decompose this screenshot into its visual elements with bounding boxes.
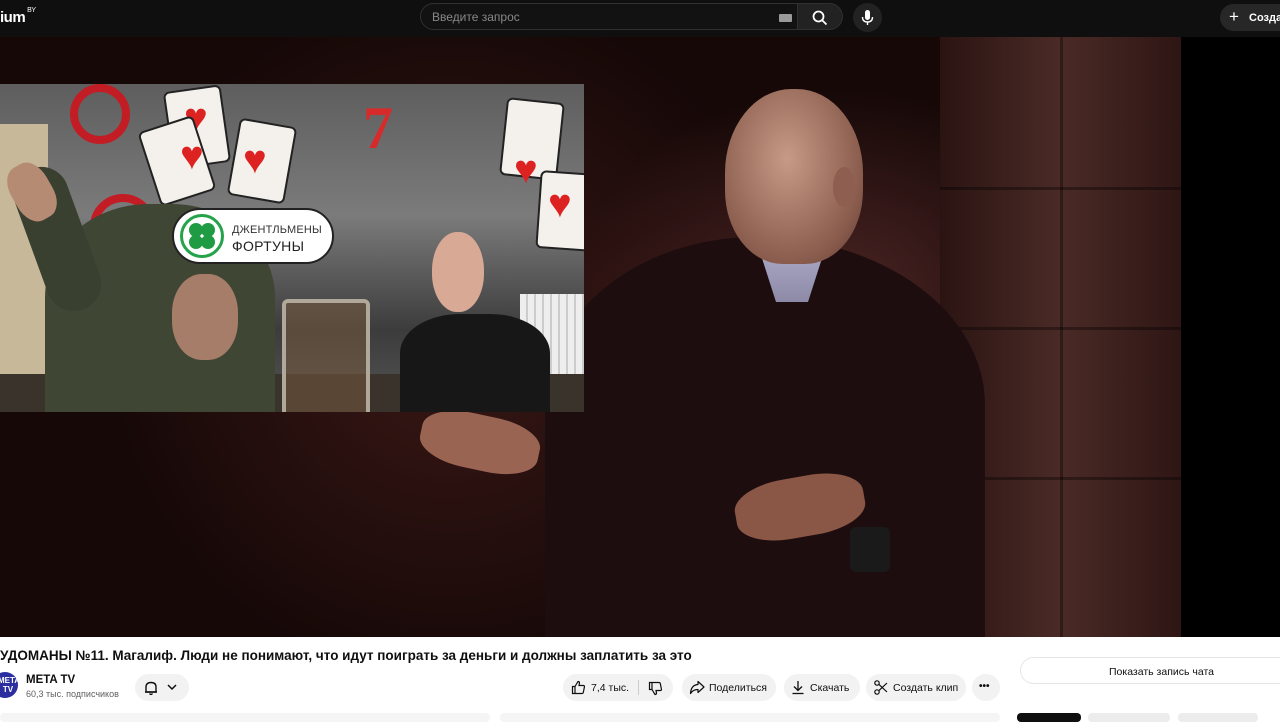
more-icon: ••• — [979, 681, 990, 692]
video-title: УДОМАНЫ №11. Магалиф. Люди не понимают, … — [0, 648, 692, 663]
chevron-down-icon — [167, 684, 177, 691]
inset-ring-1 — [70, 84, 130, 144]
microphone-icon — [861, 10, 874, 25]
thumbs-up-icon — [571, 680, 586, 695]
download-icon — [792, 681, 804, 695]
badge-line-1: ДЖЕНТЛЬМЕНЫ — [232, 224, 322, 236]
create-label: Создать — [1249, 12, 1280, 24]
badge-line-2: ФОРТУНЫ — [232, 238, 305, 254]
inset-heart-2: ♥ — [180, 134, 204, 178]
search-button[interactable] — [798, 3, 843, 30]
dislike-button[interactable] — [639, 674, 673, 701]
download-label: Скачать — [810, 682, 850, 694]
chip-active[interactable] — [1017, 713, 1081, 722]
search-box — [420, 3, 798, 30]
share-label: Поделиться — [709, 682, 767, 694]
create-clip-button[interactable]: Создать клип — [866, 674, 966, 701]
like-button[interactable]: 7,4 тыс. — [563, 674, 638, 701]
channel-logo-badge: ДЖЕНТЛЬМЕНЫ ФОРТУНЫ — [172, 208, 334, 264]
channel-avatar[interactable]: META TV — [0, 672, 20, 698]
show-chat-label: Показать запись чата — [1109, 666, 1215, 678]
chip-1[interactable] — [0, 713, 490, 722]
channel-name[interactable]: META TV — [26, 674, 75, 686]
like-dislike-group: 7,4 тыс. — [563, 674, 673, 701]
inset-video: ♥ ♥ ♥ 7 ♥ ♥ ДЖЕНТЛЬМЕНЫ ФОРТУНЫ — [0, 84, 584, 412]
video-player[interactable]: ♥ ♥ ♥ 7 ♥ ♥ ДЖЕНТЛЬМЕНЫ ФОРТУНЫ — [0, 37, 1280, 637]
show-chat-replay-button[interactable]: Показать запись чата — [1020, 657, 1280, 684]
clip-label: Создать клип — [893, 682, 959, 694]
speaker-ear — [833, 167, 855, 207]
inset-heart-3: ♥ — [243, 138, 267, 182]
like-count: 7,4 тыс. — [591, 682, 630, 694]
chip-2[interactable] — [500, 713, 1000, 722]
chip-4[interactable] — [1178, 713, 1258, 722]
notifications-button[interactable] — [135, 674, 189, 701]
inset-heart-4: ♥ — [514, 148, 538, 192]
inset-chair — [282, 299, 370, 412]
search-icon — [812, 10, 828, 26]
share-icon — [689, 680, 705, 695]
inset-man-left-head — [172, 274, 238, 360]
top-bar: iumBY + Создать — [0, 0, 1280, 37]
logo-text: ium — [0, 9, 26, 26]
search-input[interactable] — [432, 9, 762, 25]
speaker-body — [545, 237, 985, 637]
inset-heart-5: ♥ — [548, 182, 572, 226]
keyboard-icon[interactable] — [779, 14, 792, 22]
inset-man-right — [400, 314, 550, 412]
speaker-hand-left — [415, 403, 545, 482]
more-actions-button[interactable]: ••• — [972, 674, 1000, 701]
thumbs-down-icon — [648, 681, 663, 696]
inset-man-right-head — [432, 232, 484, 312]
plus-icon: + — [1229, 7, 1239, 26]
bell-icon — [145, 681, 157, 696]
subscriber-count: 60,3 тыс. подписчиков — [26, 689, 119, 699]
voice-search-button[interactable] — [853, 3, 882, 32]
scissors-icon — [874, 680, 888, 695]
inset-seven: 7 — [363, 95, 393, 161]
logo-region: BY — [27, 7, 36, 14]
chip-3[interactable] — [1088, 713, 1170, 722]
letterbox-right — [1181, 37, 1280, 637]
speaker-watch — [850, 527, 890, 572]
share-button[interactable]: Поделиться — [682, 674, 776, 701]
create-button[interactable]: + Создать — [1220, 4, 1280, 31]
site-logo[interactable]: ium BY — [0, 7, 36, 26]
download-button[interactable]: Скачать — [784, 674, 860, 701]
clover-icon — [180, 214, 224, 258]
